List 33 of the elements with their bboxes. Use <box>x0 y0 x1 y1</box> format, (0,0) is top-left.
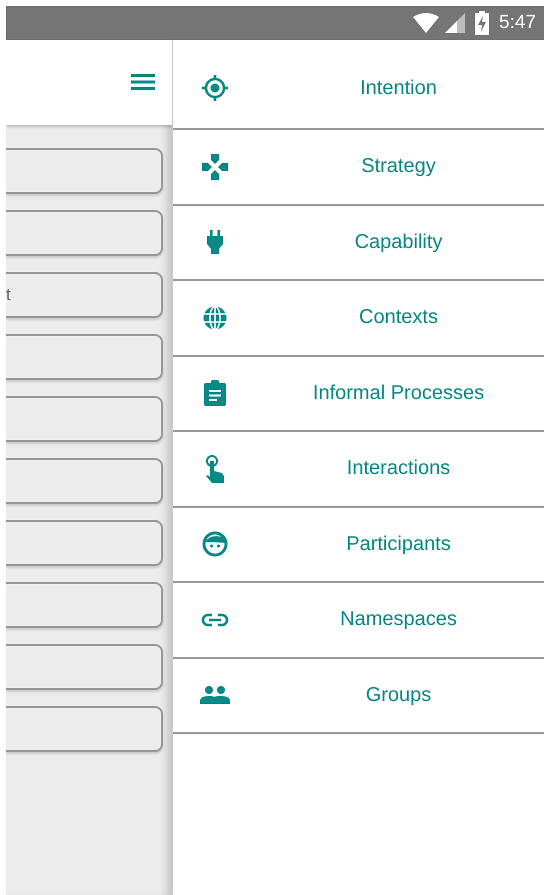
list-button[interactable]: t <box>6 272 163 318</box>
drawer-item[interactable]: Intention <box>173 40 544 130</box>
plug-icon <box>207 230 223 254</box>
pointing-hand-icon <box>204 454 226 483</box>
menu-icon[interactable] <box>131 74 155 90</box>
signal-icon <box>445 13 466 33</box>
link-icon <box>201 612 229 627</box>
list-button[interactable] <box>6 582 163 628</box>
list-button[interactable] <box>6 644 163 690</box>
clipboard-icon <box>204 380 226 406</box>
drawer-item[interactable]: Namespaces <box>173 583 544 658</box>
drawer-item[interactable]: Capability <box>173 206 544 281</box>
drawer-item[interactable]: Participants <box>173 508 544 583</box>
status-time: 5:47 <box>499 12 536 34</box>
battery-charging-icon <box>475 11 490 35</box>
list-button[interactable] <box>6 396 163 442</box>
drawer-item[interactable]: Contexts <box>173 281 544 356</box>
list-button[interactable] <box>6 706 163 752</box>
list-button[interactable] <box>6 334 163 380</box>
gamepad-icon <box>202 154 228 180</box>
drawer-item[interactable]: Interactions <box>173 432 544 508</box>
drawer-item[interactable]: Groups <box>173 658 544 734</box>
list-button[interactable] <box>6 148 163 194</box>
drawer-item[interactable]: Informal Processes <box>173 356 544 432</box>
target-icon <box>201 74 229 102</box>
globe-icon <box>202 304 228 331</box>
list-button[interactable] <box>6 458 163 504</box>
people-icon <box>200 686 230 704</box>
list-button[interactable] <box>6 210 163 256</box>
face-icon <box>202 531 228 558</box>
wifi-icon <box>413 13 440 33</box>
list-button[interactable] <box>6 520 163 566</box>
drawer-item[interactable]: Strategy <box>173 130 544 206</box>
